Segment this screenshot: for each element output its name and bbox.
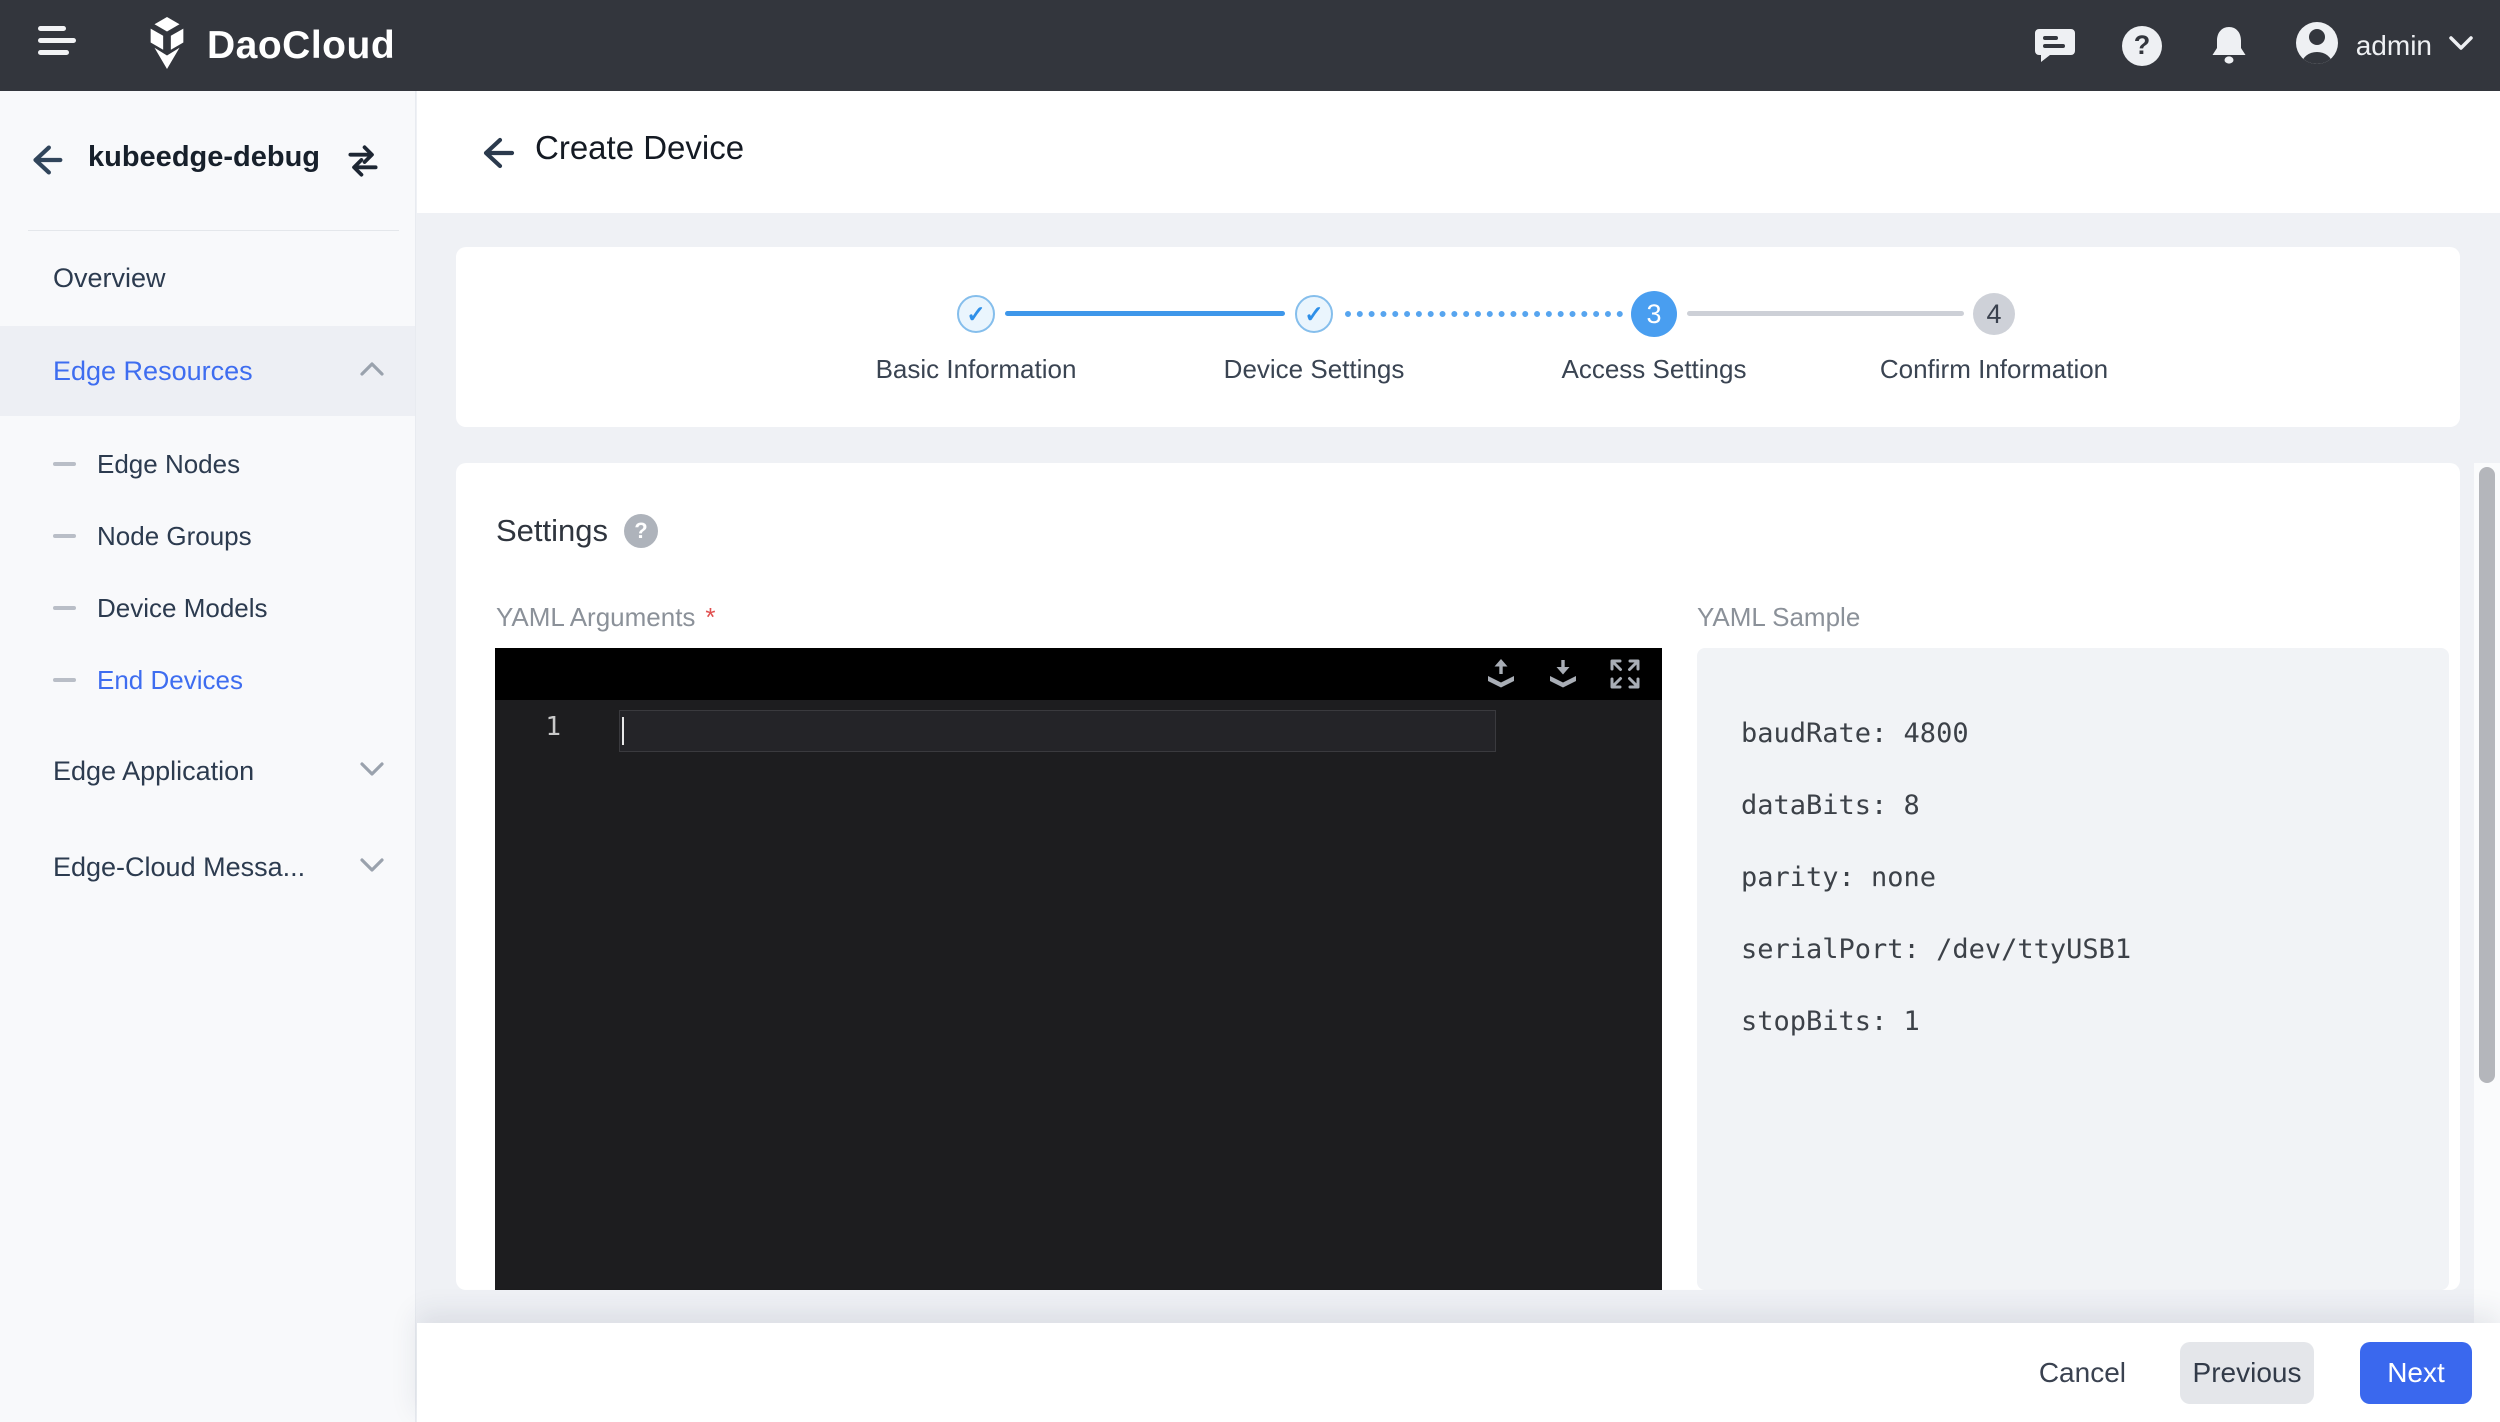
check-icon: ✓ xyxy=(1304,301,1323,328)
step-4-circle[interactable]: 4 xyxy=(1973,293,2015,335)
step-4-label: Confirm Information xyxy=(1824,354,2164,385)
svg-text:?: ? xyxy=(2133,30,2150,60)
sidebar-item-edge-cloud-message[interactable]: Edge-Cloud Messa... xyxy=(0,821,415,913)
menu-icon[interactable] xyxy=(38,26,78,66)
chevron-up-icon xyxy=(359,360,385,383)
upload-icon[interactable] xyxy=(1484,657,1518,691)
check-icon: ✓ xyxy=(966,301,985,328)
top-bar: DaoCloud ? xyxy=(0,0,2500,91)
step-2-label: Device Settings xyxy=(1144,354,1484,385)
sidebar-item-edge-nodes[interactable]: Edge Nodes xyxy=(0,428,415,500)
yaml-sample-panel: baudRate: 4800 dataBits: 8 parity: none … xyxy=(1697,648,2449,1290)
step-1-circle[interactable]: ✓ xyxy=(957,295,995,333)
help-icon[interactable]: ? xyxy=(2120,24,2164,68)
daocloud-logo-icon xyxy=(142,15,192,76)
message-icon[interactable] xyxy=(2034,26,2076,66)
switch-cluster-icon[interactable] xyxy=(343,141,383,186)
user-name: admin xyxy=(2356,30,2432,62)
section-help-icon[interactable]: ? xyxy=(624,514,658,548)
connector-done xyxy=(1005,311,1285,316)
yaml-sample-line: baudRate: 4800 xyxy=(1741,698,2449,770)
cluster-name: kubeedge-debug xyxy=(88,141,320,174)
yaml-sample-line: serialPort: /dev/ttyUSB1 xyxy=(1741,914,2449,986)
back-icon[interactable] xyxy=(475,131,519,180)
bell-icon[interactable] xyxy=(2208,24,2250,68)
previous-button[interactable]: Previous xyxy=(2180,1342,2314,1404)
step-3-label: Access Settings xyxy=(1484,354,1824,385)
sidebar-item-edge-application[interactable]: Edge Application xyxy=(0,721,415,821)
dash-icon xyxy=(53,534,76,538)
next-button[interactable]: Next xyxy=(2360,1342,2472,1404)
sidebar: kubeedge-debug Overview Edge Resources E… xyxy=(0,91,416,1422)
line-number: 1 xyxy=(495,712,575,742)
page-header: Create Device xyxy=(417,91,2500,213)
current-line-highlight[interactable] xyxy=(619,710,1496,752)
page-title: Create Device xyxy=(535,129,744,167)
yaml-arguments-label: YAML Arguments xyxy=(496,602,695,632)
avatar xyxy=(2294,20,2340,71)
dash-icon xyxy=(53,462,76,466)
sidebar-item-device-models[interactable]: Device Models xyxy=(0,572,415,644)
stepper: ✓ ✓ 3 4 Basic Information Device Setting… xyxy=(456,247,2460,427)
yaml-sample-line: dataBits: 8 xyxy=(1741,770,2449,842)
required-asterisk: * xyxy=(705,602,715,632)
connector-future xyxy=(1687,311,1964,316)
user-menu[interactable]: admin xyxy=(2294,20,2474,71)
step-1-label: Basic Information xyxy=(806,354,1146,385)
fullscreen-icon[interactable] xyxy=(1608,657,1642,691)
brand[interactable]: DaoCloud xyxy=(142,0,395,91)
yaml-sample-line: parity: none xyxy=(1741,842,2449,914)
yaml-sample-label: YAML Sample xyxy=(1697,602,1860,632)
chevron-down-icon xyxy=(2448,34,2474,57)
editor-toolbar xyxy=(495,648,1662,700)
yaml-sample-line: stopBits: 1 xyxy=(1741,986,2449,1058)
yaml-editor[interactable]: 1 xyxy=(495,648,1662,1290)
dash-icon xyxy=(53,678,76,682)
sidebar-item-node-groups[interactable]: Node Groups xyxy=(0,500,415,572)
step-2-circle[interactable]: ✓ xyxy=(1295,295,1333,333)
cancel-button[interactable]: Cancel xyxy=(2031,1342,2134,1404)
editor-body[interactable]: 1 xyxy=(495,700,1662,1290)
settings-card: Settings ? YAML Arguments * YAML Sample xyxy=(456,463,2460,1290)
brand-name: DaoCloud xyxy=(207,24,395,68)
step-3-circle[interactable]: 3 xyxy=(1631,291,1677,337)
dash-icon xyxy=(53,606,76,610)
wizard-footer: Cancel Previous Next xyxy=(417,1323,2500,1422)
main-content: Create Device ✓ ✓ 3 4 Basic Information … xyxy=(417,91,2500,1422)
chevron-down-icon xyxy=(359,856,385,879)
sidebar-item-edge-resources[interactable]: Edge Resources xyxy=(0,326,415,416)
connector-active xyxy=(1345,311,1623,317)
scrollbar-thumb[interactable] xyxy=(2479,467,2495,1083)
text-cursor xyxy=(622,717,624,745)
chevron-down-icon xyxy=(359,760,385,783)
download-icon[interactable] xyxy=(1546,657,1580,691)
section-title: Settings xyxy=(496,513,608,549)
sidebar-item-overview[interactable]: Overview xyxy=(0,230,415,326)
sidebar-back-icon[interactable] xyxy=(25,139,67,186)
sidebar-item-end-devices[interactable]: End Devices xyxy=(0,644,415,716)
